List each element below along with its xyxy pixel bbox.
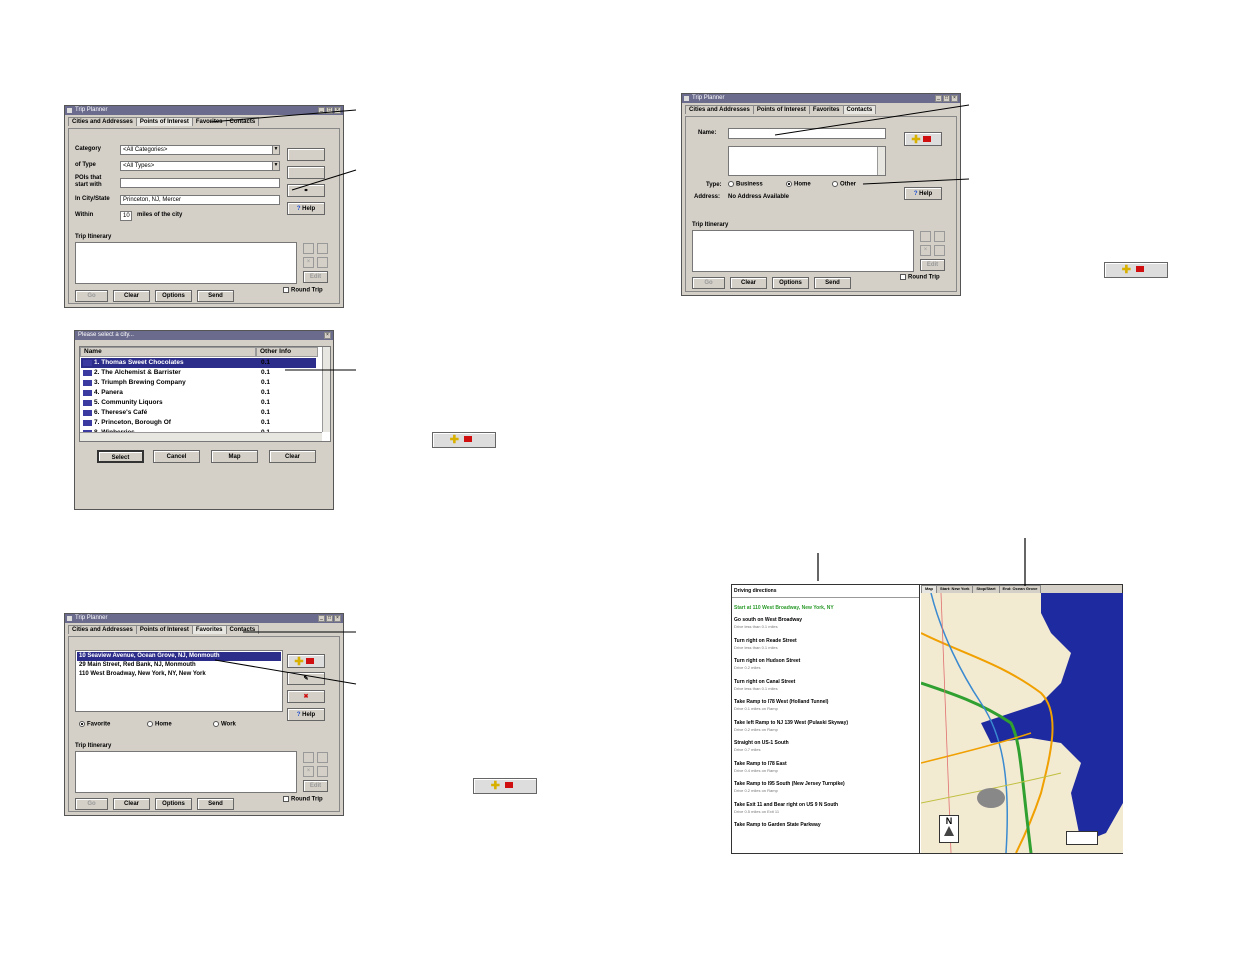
callout-lines bbox=[209, 104, 1026, 685]
